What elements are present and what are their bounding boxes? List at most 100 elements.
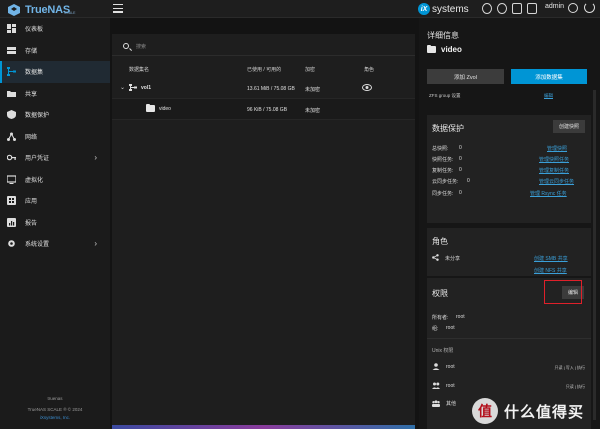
power-icon[interactable] (584, 2, 595, 13)
protection-count: 0 (459, 145, 462, 151)
top-bar: TrueNAS SCALE iX systems admin (0, 0, 600, 18)
sidebar-item[interactable]: 应用 (0, 190, 110, 212)
column-header-name[interactable]: 数据集名 (129, 66, 149, 73)
protection-label: 云同步任务: (432, 179, 459, 185)
protection-manage-link[interactable]: 管理 Rsync 任务 (530, 190, 567, 197)
add-zvol-button[interactable]: 添加 Zvol (427, 69, 504, 84)
protection-manage-link[interactable]: 管理快照 (547, 145, 567, 152)
sidebar-item-label: 仪表板 (25, 27, 44, 34)
notifications-icon[interactable] (527, 3, 537, 14)
apps-icon (7, 196, 16, 206)
search-input[interactable] (136, 41, 396, 52)
perm-entry: root (432, 363, 455, 370)
data-protection-icon (7, 110, 16, 120)
protection-manage-link[interactable]: 管理快照任务 (539, 156, 569, 163)
sidebar-item[interactable]: 虚拟化 (0, 169, 110, 191)
system-settings-icon (7, 239, 16, 248)
storage-icon (7, 46, 16, 55)
dataset-name: vol1 (141, 84, 152, 91)
table-header: 数据集名 已使用 / 可用的 加密 角色 (112, 62, 415, 76)
sidebar-item-label: 存储 (25, 48, 38, 55)
perm-entry: root (432, 382, 455, 389)
sidebar-item-label: 系统设置 (25, 242, 50, 249)
table-row[interactable]: video 96 KiB / 75.08 GB 未加密 (112, 99, 415, 120)
sidebar-item-label: 应用 (25, 199, 38, 206)
sidebar-item[interactable]: 网络 (0, 126, 110, 148)
sidebar-item[interactable]: 存储 (0, 40, 110, 62)
pool-icon (129, 84, 138, 91)
protection-label: 同步任务: (432, 191, 454, 197)
chevron-right-icon: › (94, 153, 97, 162)
truenas-logo[interactable]: TrueNAS (7, 2, 102, 18)
cut-off-row-label: ZFS group 设置 (429, 93, 461, 98)
protection-label: 快照任务: (432, 157, 454, 163)
sidebar-item-label: 报告 (25, 220, 38, 227)
sidebar-item[interactable]: 共享 (0, 83, 110, 105)
sidebar-item[interactable]: 仪表板 (0, 18, 110, 40)
protection-count: 0 (467, 178, 470, 184)
perm-entry-name: root (446, 382, 455, 389)
perm-entry-rights: 只读 | 执行 (565, 384, 585, 389)
footer-company-link[interactable]: iXsystems, Inc. (0, 415, 110, 420)
add-dataset-button[interactable]: 添加数据集 (511, 69, 587, 84)
ixsystems-logo[interactable]: iX systems (418, 2, 469, 16)
sidebar-item-label: 共享 (25, 91, 38, 98)
user-account-icon[interactable] (568, 3, 578, 13)
protection-count: 0 (459, 167, 462, 173)
protection-label: 总快照: (432, 146, 449, 152)
watermark-text: 什么值得买 (504, 403, 585, 421)
expand-chevron-icon[interactable]: ⌄ (120, 84, 125, 91)
protection-manage-link[interactable]: 管理复制任务 (539, 167, 569, 174)
cut-off-row-link[interactable]: 编辑 (544, 93, 553, 99)
details-scrollbar[interactable] (593, 90, 596, 420)
sidebar-item-label: 网络 (25, 134, 38, 141)
data-protection-title: 数据保护 (432, 124, 464, 133)
create-smb-share-link[interactable]: 创建 SMB 共享 (534, 255, 568, 262)
dataset-encryption: 未加密 (305, 108, 321, 114)
dataset-used: 96 KiB / 75.08 GB (247, 107, 288, 113)
truecommand-icon[interactable] (482, 3, 492, 14)
perm-entry-name: 其他 (446, 401, 457, 407)
group-icon (432, 382, 440, 389)
create-snapshot-button[interactable]: 创建快照 (552, 120, 585, 133)
protection-manage-link[interactable]: 管理云同步任务 (539, 178, 574, 185)
tasks-icon[interactable] (512, 3, 522, 14)
details-panel: 详细信息 video 添加 Zvol 添加数据集 ZFS group 设置 编辑… (419, 18, 600, 429)
footer-hostname: truenas (47, 396, 63, 401)
virtualization-icon (6, 175, 17, 184)
watermark-badge: 值 (472, 398, 498, 424)
dashboard-icon (7, 24, 16, 34)
sidebar-item[interactable]: 系统设置 › (0, 233, 110, 255)
highlight-box (544, 280, 582, 304)
perm-entry-rights: 只读 | 写入 | 执行 (554, 365, 585, 370)
unix-permissions-label: Unix 权限 (432, 348, 454, 354)
folder-icon (146, 103, 155, 112)
data-protection-card: 数据保护 创建快照 总快照: 0 管理快照 快照任务: 0 管理快照任务 复制任务: 0 管理复… (427, 115, 591, 223)
logo-subtitle: SCALE (64, 11, 76, 15)
menu-toggle-icon[interactable] (113, 4, 123, 14)
share-icon (432, 254, 439, 261)
reporting-icon (7, 217, 16, 227)
truenas-logo-icon (8, 4, 20, 16)
sidebar-item[interactable]: 数据集 (0, 61, 110, 83)
column-header-used[interactable]: 已使用 / 可用的 (247, 66, 281, 73)
sidebar-item[interactable]: 报告 (0, 212, 110, 234)
selected-dataset: video (427, 44, 462, 54)
table-row[interactable]: ⌄ vol1 13.61 MiB / 75.08 GB 未加密 (112, 78, 415, 99)
column-header-roles[interactable]: 角色 (364, 66, 374, 73)
network-icon (7, 132, 16, 141)
dataset-name: video (159, 105, 171, 112)
directory-services-icon[interactable] (497, 3, 507, 14)
others-icon (432, 400, 440, 407)
column-header-encryption[interactable]: 加密 (305, 66, 315, 73)
user-name[interactable]: admin (545, 3, 564, 10)
chevron-right-icon: › (94, 239, 97, 248)
create-nfs-share-link[interactable]: 创建 NFS 共享 (534, 267, 567, 274)
details-title: 详细信息 (427, 31, 459, 40)
datasets-icon (7, 67, 16, 77)
sidebar-item[interactable]: 数据保护 (0, 104, 110, 126)
protection-count: 0 (459, 190, 462, 196)
sidebar-item-label: 用户凭证 (25, 156, 50, 163)
owner-label: 所有者: (432, 315, 449, 321)
sidebar-item[interactable]: 用户凭证 › (0, 147, 110, 169)
